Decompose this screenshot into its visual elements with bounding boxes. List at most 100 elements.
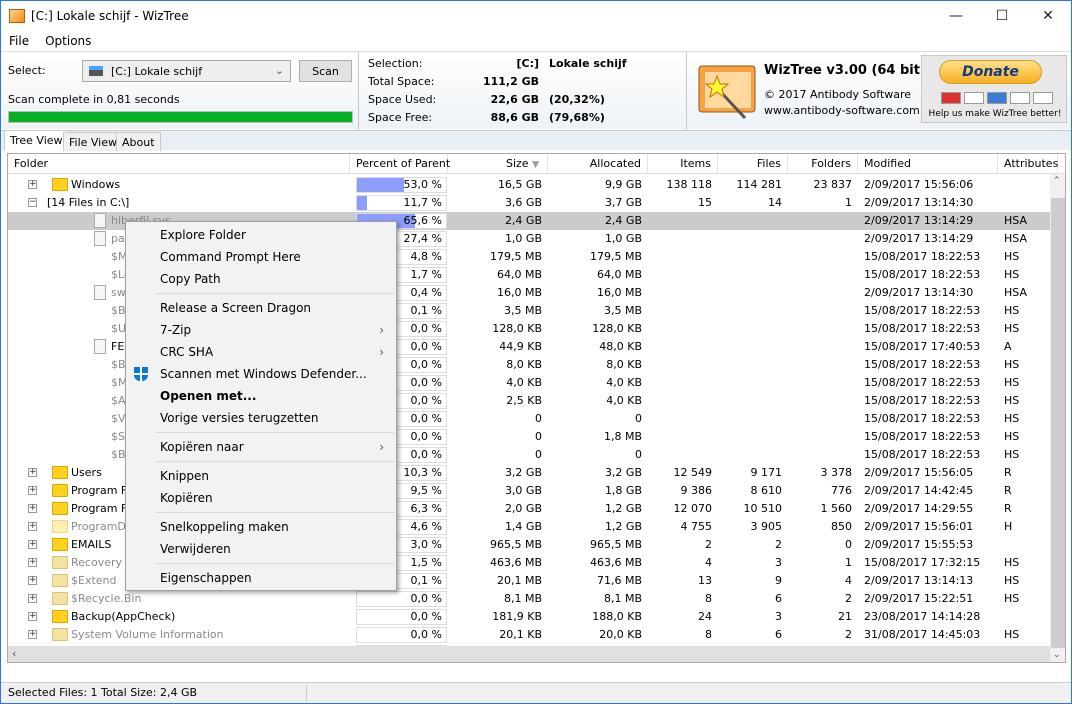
row-name: Backup(AppCheck) bbox=[71, 610, 176, 623]
maximize-button[interactable]: ☐ bbox=[979, 1, 1025, 31]
tab-tree-view[interactable]: Tree View bbox=[4, 130, 69, 151]
column-items[interactable]: Items bbox=[648, 154, 718, 174]
table-row[interactable]: − [14 Files in C:\] 11,7 % 3,6 GB 3,7 GB 15 14… bbox=[8, 194, 1050, 212]
table-row[interactable]: + $Recycle.Bin 0,0 % 8,1 MB 8,1 MB 8 6 2 2/09/20… bbox=[8, 590, 1050, 608]
website-link[interactable]: www.antibody-software.com bbox=[764, 104, 920, 117]
expand-icon[interactable]: + bbox=[28, 558, 37, 567]
cell-items bbox=[648, 374, 718, 392]
menu-file[interactable]: File bbox=[1, 34, 37, 48]
expand-icon[interactable]: + bbox=[28, 612, 37, 621]
percent-text: 3,0 % bbox=[410, 538, 442, 551]
expand-icon[interactable]: + bbox=[28, 522, 37, 531]
scrollbar-thumb[interactable] bbox=[1051, 198, 1065, 648]
table-row[interactable]: + Backup(AppCheck) 0,0 % 181,9 KB 188,0 KB 24… bbox=[8, 608, 1050, 626]
cell-size: 2,4 GB bbox=[504, 214, 542, 227]
column-folders[interactable]: Folders bbox=[788, 154, 858, 174]
context-menu-item[interactable]: Release a Screen Dragon bbox=[126, 297, 396, 319]
folder-icon bbox=[52, 574, 68, 587]
menu-item-label: Snelkoppeling maken bbox=[160, 520, 289, 534]
column-percent[interactable]: Percent of Parent bbox=[350, 154, 450, 174]
cell-folders: 4 bbox=[845, 574, 852, 587]
cell-items bbox=[648, 338, 718, 356]
expand-icon[interactable]: + bbox=[28, 468, 37, 477]
menu-options[interactable]: Options bbox=[37, 34, 99, 48]
context-menu-item[interactable]: Eigenschappen bbox=[126, 567, 396, 589]
scroll-down-icon[interactable]: ⌄ bbox=[1053, 650, 1061, 660]
cell-modified: 15/08/2017 18:22:53 bbox=[864, 358, 981, 371]
scan-button[interactable]: Scan bbox=[299, 60, 352, 82]
context-menu-item[interactable]: Copy Path bbox=[126, 268, 396, 290]
column-size[interactable]: Size ▼ bbox=[448, 154, 548, 174]
percent-text: 0,0 % bbox=[410, 376, 442, 389]
collapse-icon[interactable]: − bbox=[28, 198, 37, 207]
cell-files bbox=[718, 284, 788, 302]
column-modified[interactable]: Modified bbox=[858, 154, 998, 174]
total-space-value: 111,2 GB bbox=[482, 75, 539, 88]
cell-alloc: 8,1 MB bbox=[603, 592, 642, 605]
minimize-button[interactable]: — bbox=[933, 1, 979, 31]
cell-files: 10 510 bbox=[743, 502, 783, 515]
close-button[interactable]: ✕ bbox=[1025, 1, 1071, 31]
context-menu-item[interactable]: Vorige versies terugzetten bbox=[126, 407, 396, 429]
context-menu-item[interactable]: Explore Folder bbox=[126, 224, 396, 246]
table-row[interactable]: + Windows 53,0 % 16,5 GB 9,9 GB 138 118 114 28… bbox=[8, 176, 1050, 194]
context-menu-item[interactable]: CRC SHA › bbox=[126, 341, 396, 363]
context-menu-item[interactable]: Verwijderen bbox=[126, 538, 396, 560]
cell-attributes bbox=[998, 194, 1050, 212]
cell-modified: 2/09/2017 15:56:01 bbox=[864, 520, 974, 533]
tab-file-view[interactable]: File View bbox=[63, 132, 124, 151]
expand-icon[interactable]: + bbox=[28, 594, 37, 603]
context-menu-item[interactable]: Snelkoppeling maken bbox=[126, 516, 396, 538]
column-files[interactable]: Files bbox=[718, 154, 788, 174]
cell-attributes: HS bbox=[1004, 592, 1020, 605]
tab-about[interactable]: About bbox=[116, 132, 161, 151]
context-menu-item[interactable]: Kopiëren naar › bbox=[126, 436, 396, 458]
context-menu-item[interactable]: Scannen met Windows Defender... bbox=[126, 363, 396, 385]
expand-icon[interactable]: + bbox=[28, 630, 37, 639]
disk-info-panel: Selection: [C:] Lokale schijf Total Spac… bbox=[361, 52, 687, 130]
table-row[interactable]: + System Volume Information 0,0 % 20,1 KB 20… bbox=[8, 626, 1050, 644]
expand-icon[interactable]: + bbox=[28, 486, 37, 495]
context-menu-item[interactable]: Command Prompt Here bbox=[126, 246, 396, 268]
percent-text: 0,0 % bbox=[410, 340, 442, 353]
cell-folders: 776 bbox=[831, 484, 852, 497]
context-menu-item[interactable]: Openen met... bbox=[126, 385, 396, 407]
cell-size: 179,5 MB bbox=[489, 250, 542, 263]
column-folder[interactable]: Folder bbox=[8, 154, 350, 174]
context-menu-item[interactable]: Knippen bbox=[126, 465, 396, 487]
cell-folders: 2 bbox=[845, 628, 852, 641]
menu-item-label: CRC SHA bbox=[160, 345, 214, 359]
cell-modified: 15/08/2017 18:22:53 bbox=[864, 304, 981, 317]
cell-alloc: 0 bbox=[635, 448, 642, 461]
context-menu-item[interactable]: Kopiëren bbox=[126, 487, 396, 509]
donate-button[interactable]: Donate bbox=[939, 60, 1042, 84]
scroll-left-icon[interactable]: ‹ bbox=[12, 647, 16, 660]
folder-icon bbox=[52, 484, 68, 497]
column-attributes[interactable]: Attributes bbox=[998, 154, 1058, 174]
cell-attributes bbox=[998, 176, 1050, 194]
column-allocated[interactable]: Allocated bbox=[548, 154, 648, 174]
scroll-up-icon[interactable]: ⌃ bbox=[1053, 176, 1061, 186]
cell-size: 0 bbox=[535, 412, 542, 425]
expand-icon[interactable]: + bbox=[28, 540, 37, 549]
cell-size: 181,9 KB bbox=[492, 610, 542, 623]
expand-icon[interactable]: + bbox=[28, 576, 37, 585]
cell-items: 9 386 bbox=[680, 484, 713, 497]
expand-icon[interactable]: + bbox=[28, 504, 37, 513]
context-menu-item[interactable]: 7-Zip › bbox=[126, 319, 396, 341]
cell-items: 8 bbox=[705, 592, 712, 605]
cell-modified: 2/09/2017 13:14:29 bbox=[864, 214, 974, 227]
vertical-scrollbar[interactable]: ⌃ ⌄ bbox=[1050, 174, 1065, 662]
cell-size: 2,0 GB bbox=[504, 502, 542, 515]
cell-files: 14 bbox=[768, 196, 782, 209]
drive-select[interactable]: [C:] Lokale schijf ⌄ bbox=[82, 60, 291, 82]
percent-bar: 0,0 % bbox=[356, 591, 447, 607]
cell-size: 0 bbox=[535, 430, 542, 443]
percent-bar: 0,0 % bbox=[356, 627, 447, 643]
folder-icon bbox=[52, 178, 68, 191]
cell-modified: 2/09/2017 13:14:30 bbox=[864, 286, 974, 299]
cell-files: 3 905 bbox=[750, 520, 783, 533]
cell-folders bbox=[788, 410, 858, 428]
horizontal-scrollbar[interactable]: ‹ bbox=[8, 646, 1050, 662]
expand-icon[interactable]: + bbox=[28, 180, 37, 189]
